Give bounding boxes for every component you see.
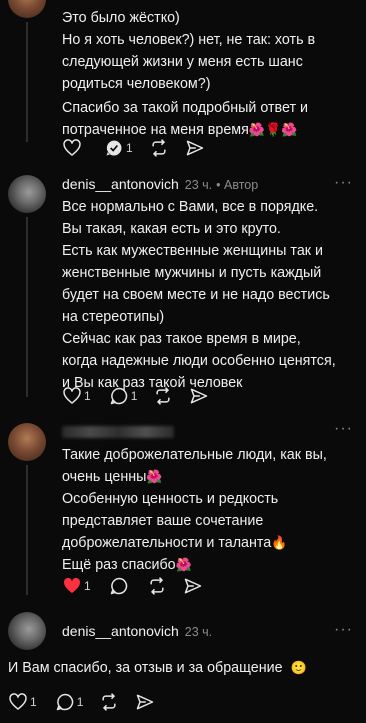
comment-line-text: доброжелательности и таланта: [62, 535, 272, 551]
reply-bubble-icon: [110, 577, 127, 595]
comment-line: Сейчас как раз такое время в мире,: [62, 331, 301, 347]
comment-line: Но я хоть человек?) нет, не так: хоть в: [62, 32, 316, 48]
heart-filled-icon: [64, 577, 80, 594]
comment-body: Такие доброжелательные люди, как вы, оче…: [62, 444, 327, 576]
blurred-username: [62, 426, 174, 438]
comment-line-text: Ещё раз спасибо: [62, 557, 176, 573]
timestamp: 23 ч.: [184, 178, 213, 192]
comment-line: будет на своем месте и не надо вестись: [62, 287, 330, 303]
comment-line: Все нормально с Вами, все в порядке.: [62, 199, 319, 215]
send-icon: [191, 388, 208, 404]
comment-line-text: очень ценны: [62, 469, 147, 485]
comment-line-text: Спасибо за такой подробный ответ и: [62, 100, 308, 116]
reply-count: 1: [76, 695, 84, 709]
thread-line: [26, 465, 28, 595]
comment-line: представляет ваше сочетание: [62, 513, 264, 529]
reply-bubble-icon: [106, 140, 122, 156]
avatar[interactable]: [8, 0, 46, 18]
avatar[interactable]: [8, 175, 46, 213]
like-count: 1: [30, 695, 37, 709]
comment-header: denis__antonovich 23 ч. • Автор: [62, 176, 258, 192]
like-count: 1: [84, 579, 91, 593]
comment-line: Есть как мужественные женщины так и: [62, 243, 323, 259]
comment-line: Это было жёстко): [62, 10, 180, 26]
thread-line: [26, 217, 28, 397]
timestamp: 23 ч.: [184, 625, 213, 639]
repost-button[interactable]: [147, 576, 167, 596]
avatar[interactable]: [8, 423, 46, 461]
comment-actions: 1: [62, 576, 203, 596]
comment-line: Особенную ценность и редкость: [62, 491, 279, 507]
comment-line: на стереотипы): [62, 309, 165, 325]
comment-body: Это было жёстко) Но я хоть человек?) нет…: [62, 7, 315, 141]
heart-icon: [63, 139, 81, 156]
reply-button[interactable]: 1: [104, 138, 133, 158]
like-count: 1: [84, 389, 91, 403]
flower-emoji: 🌺🌹🌺: [248, 122, 298, 137]
thread-line: [26, 22, 28, 142]
reply-bubble-icon: [110, 387, 127, 405]
author-badge: • Автор: [216, 178, 259, 192]
flower-emoji: 🌺: [175, 557, 192, 572]
repost-icon: [102, 693, 116, 711]
heart-icon: [63, 387, 81, 404]
more-options-icon[interactable]: ···: [334, 621, 353, 639]
comment-body: И Вам спасибо, за отзыв и за обращение 🙂: [8, 657, 307, 679]
share-button[interactable]: [189, 386, 209, 406]
comment-line: Такие доброжелательные люди, как вы,: [62, 447, 327, 463]
comment-body: Все нормально с Вами, все в порядке. Вы …: [62, 196, 336, 394]
send-icon: [137, 694, 154, 710]
avatar[interactable]: [8, 612, 46, 650]
reply-button[interactable]: 1: [55, 692, 84, 712]
fire-emoji: 🔥: [271, 535, 288, 550]
share-button[interactable]: [185, 138, 205, 158]
reply-count: 1: [130, 389, 138, 403]
comment-line: Спасибо за такой подробный ответ и: [62, 97, 315, 119]
comment-actions: 1 1: [62, 386, 209, 406]
share-button[interactable]: [183, 576, 203, 596]
repost-icon: [152, 139, 166, 157]
flower-emoji: 🌺: [146, 469, 163, 484]
comment-line: когда надежные люди особенно ценятся,: [62, 353, 336, 369]
comment-line: женственные мужчины и пусть каждый: [62, 265, 322, 281]
reply-bubble-icon: [56, 693, 73, 711]
comment-line: Вы такая, какая есть и это круто.: [62, 221, 281, 237]
more-options-icon[interactable]: ···: [334, 420, 353, 438]
comment-line-text: И Вам спасибо, за отзыв и за обращение: [8, 660, 283, 676]
reply-button[interactable]: 1: [109, 386, 138, 406]
reply-count: 1: [126, 141, 133, 155]
comment-line: Ещё раз спасибо🌺: [62, 554, 327, 576]
send-icon: [184, 578, 201, 594]
repost-button[interactable]: [153, 386, 173, 406]
comment-line: родиться человеком?): [62, 76, 211, 92]
username[interactable]: denis__antonovich: [62, 176, 179, 192]
like-button[interactable]: 1: [62, 576, 91, 596]
comment-line: доброжелательности и таланта🔥: [62, 532, 327, 554]
username[interactable]: denis__antonovich: [62, 623, 179, 639]
repost-button[interactable]: [149, 138, 169, 158]
comment-line: следующей жизни у меня есть шанс: [62, 54, 303, 70]
repost-icon: [156, 387, 170, 405]
comment-line: очень ценны🌺: [62, 466, 327, 488]
comment-actions: 1 1: [8, 692, 155, 712]
smile-emoji: 🙂: [290, 660, 307, 675]
comment-line-text: потраченное на меня время: [62, 122, 249, 138]
like-button[interactable]: 1: [62, 386, 91, 406]
reply-button[interactable]: [109, 576, 129, 596]
like-button[interactable]: [62, 138, 82, 158]
repost-icon: [150, 577, 164, 595]
comment-actions: 1: [62, 138, 205, 158]
comment-header: denis__antonovich 23 ч.: [62, 623, 212, 639]
share-button[interactable]: [135, 692, 155, 712]
heart-icon: [9, 693, 27, 710]
send-icon: [186, 140, 203, 156]
more-options-icon[interactable]: ···: [334, 174, 353, 192]
like-button[interactable]: 1: [8, 692, 37, 712]
repost-button[interactable]: [99, 692, 119, 712]
